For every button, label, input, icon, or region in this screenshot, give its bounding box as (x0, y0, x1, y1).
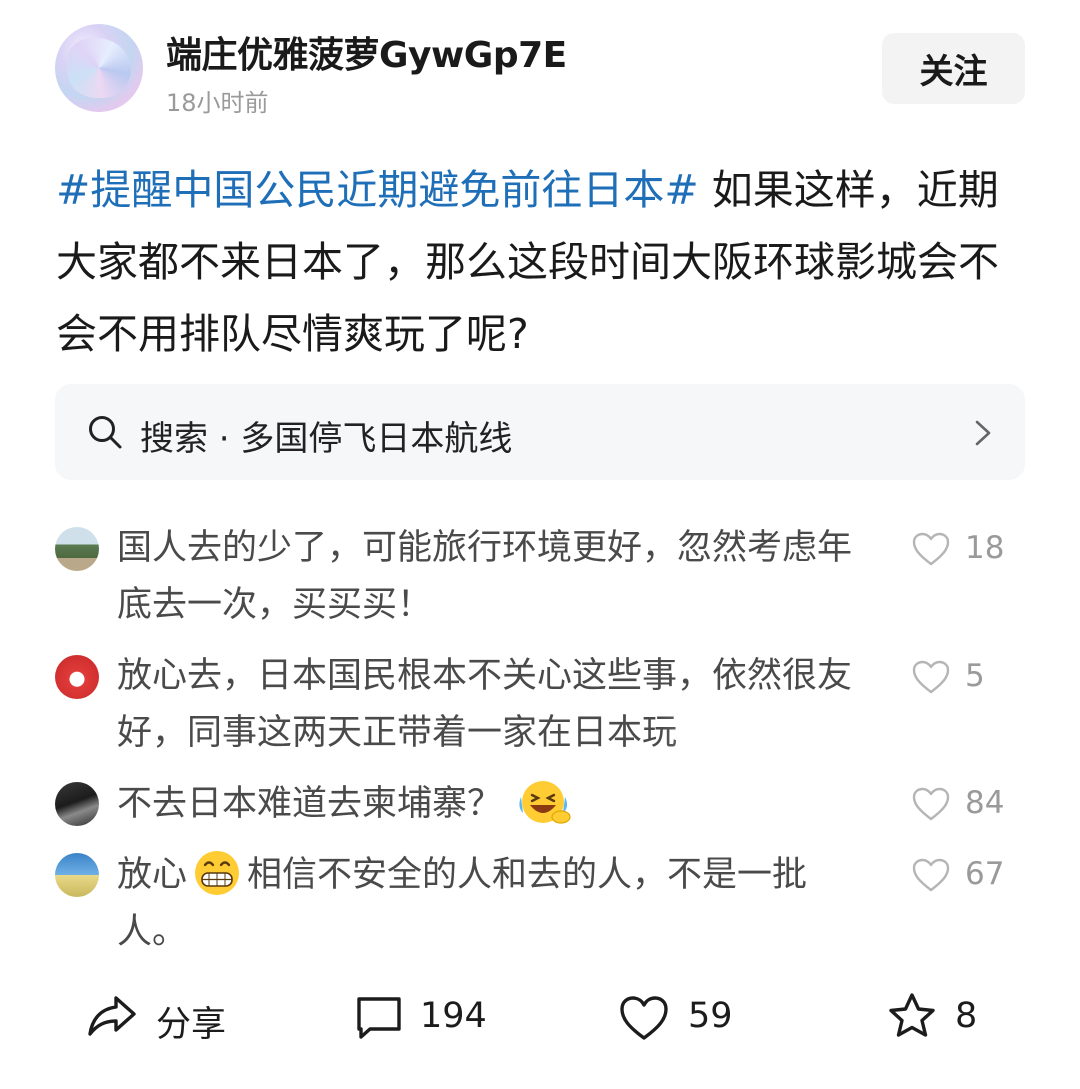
laughing-emoji-icon (519, 781, 571, 824)
text-fade-overlay (660, 708, 900, 760)
comment-text: 不去日本难道去柬埔寨？ (117, 776, 877, 833)
comment-like-count: 84 (965, 785, 1005, 821)
heart-icon[interactable] (911, 659, 951, 695)
post-text: #提醒中国公民近期避免前往日本# 如果这样，近期大家都不来日本了，那么这段时间大… (56, 154, 1036, 370)
comment-avatar[interactable] (55, 527, 99, 571)
comment-text-start: 放心 (117, 855, 188, 895)
related-search-label[interactable]: 搜索 · 多国停飞日本航线 (140, 411, 512, 460)
share-icon[interactable] (86, 992, 138, 1040)
comment-text-content: 不去日本难道去柬埔寨？ (117, 784, 503, 824)
heart-icon[interactable] (911, 786, 951, 822)
comment-like-count: 67 (965, 856, 1005, 892)
heart-icon[interactable] (911, 857, 951, 893)
like-icon[interactable] (618, 994, 670, 1042)
comment-text: 放心 相信不安全的人和去的人，不是一批人。 (117, 847, 877, 961)
comment-icon[interactable] (353, 993, 405, 1041)
comment-like-count: 18 (965, 530, 1005, 566)
star-icon[interactable] (886, 992, 938, 1040)
comment-avatar[interactable] (55, 655, 99, 699)
post-time: 18小时前 (166, 89, 269, 117)
follow-button[interactable]: 关注 (882, 33, 1025, 104)
heart-icon[interactable] (911, 531, 951, 567)
author-username[interactable]: 端庄优雅菠萝GywGp7E (166, 26, 567, 78)
comment-like-count: 5 (965, 658, 985, 694)
search-icon (89, 416, 122, 449)
grinning-emoji-icon (195, 851, 240, 895)
author-avatar[interactable] (55, 24, 143, 112)
favorites-count[interactable]: 8 (955, 996, 977, 1036)
post-hashtag[interactable]: #提醒中国公民近期避免前往日本# (56, 166, 699, 214)
comment-avatar[interactable] (55, 853, 99, 897)
likes-count[interactable]: 59 (688, 996, 733, 1036)
chevron-right-icon (975, 420, 991, 446)
share-label[interactable]: 分享 (156, 996, 226, 1047)
comment-text: 国人去的少了，可能旅行环境更好，忽然考虑年底去一次，买买买！ (117, 528, 853, 625)
comment-avatar[interactable] (55, 782, 99, 826)
comments-count[interactable]: 194 (420, 996, 487, 1036)
